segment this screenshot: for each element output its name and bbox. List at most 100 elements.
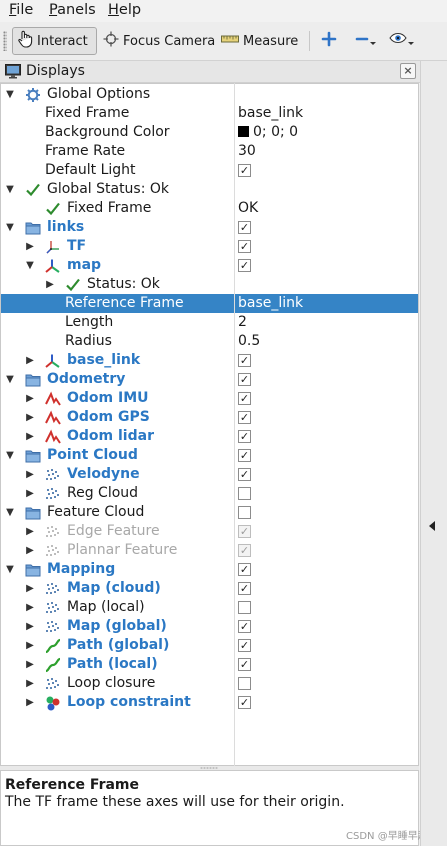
tree-row[interactable]: ▶ Odom lidar ✓ <box>1 427 418 446</box>
tree-row[interactable]: ▶ TF ✓ <box>1 237 418 256</box>
enable-checkbox[interactable]: ✓ <box>238 240 251 253</box>
enable-checkbox[interactable]: ✓ <box>238 221 251 234</box>
tree-row[interactable]: ▶ Edge Feature ✓ <box>1 522 418 541</box>
menu-panels[interactable]: Panels <box>49 2 96 18</box>
close-panel-button[interactable]: × <box>400 63 416 79</box>
tree-row[interactable]: ▼ Global Options <box>1 85 418 104</box>
enable-checkbox[interactable]: ✓ <box>238 639 251 652</box>
tree-row[interactable]: ▶ base_link ✓ <box>1 351 418 370</box>
toolbar-grip[interactable] <box>3 31 7 51</box>
measure-button[interactable]: Measure <box>221 27 298 55</box>
expand-right-icon[interactable]: ▶ <box>25 674 35 693</box>
tree-row[interactable]: ▼ Odometry ✓ <box>1 370 418 389</box>
expand-down-icon[interactable]: ▼ <box>5 503 15 522</box>
enable-checkbox[interactable]: ✓ <box>238 373 251 386</box>
tree-row[interactable]: ▶ Status: Ok <box>1 275 418 294</box>
expand-down-icon[interactable]: ▼ <box>5 180 15 199</box>
enable-checkbox[interactable]: ✓ <box>238 696 251 709</box>
enable-checkbox[interactable]: ✓ <box>238 658 251 671</box>
menu-file[interactable]: File <box>9 2 33 18</box>
tree-row[interactable]: ▶ Loop constraint ✓ <box>1 693 418 712</box>
property-value[interactable]: 0.5 <box>238 332 260 351</box>
enable-checkbox[interactable]: ✓ <box>238 468 251 481</box>
property-value[interactable]: 2 <box>238 313 247 332</box>
tree-row[interactable]: Length 2 <box>1 313 418 332</box>
expand-right-icon[interactable]: ▶ <box>25 427 35 446</box>
tree-row[interactable]: ▶ Velodyne ✓ <box>1 465 418 484</box>
enable-checkbox[interactable] <box>238 601 251 614</box>
property-value[interactable]: 30 <box>238 142 256 161</box>
tree-row[interactable]: ▶ Path (global) ✓ <box>1 636 418 655</box>
enable-checkbox[interactable]: ✓ <box>238 411 251 424</box>
expand-arrow-icon[interactable] <box>429 521 435 531</box>
tree-row[interactable]: ▶ Loop closure <box>1 674 418 693</box>
property-value[interactable]: 0; 0; 0 <box>238 123 298 142</box>
expand-right-icon[interactable]: ▶ <box>25 541 35 560</box>
tree-row[interactable]: Reference Frame base_link <box>1 294 418 313</box>
property-value[interactable]: OK <box>238 199 258 218</box>
expand-right-icon[interactable]: ▶ <box>25 655 35 674</box>
expand-down-icon[interactable]: ▼ <box>5 85 15 104</box>
enable-checkbox[interactable] <box>238 677 251 690</box>
expand-down-icon[interactable]: ▼ <box>5 560 15 579</box>
enable-checkbox[interactable]: ✓ <box>238 582 251 595</box>
tree-row[interactable]: ▼ links ✓ <box>1 218 418 237</box>
tree-row[interactable]: Radius 0.5 <box>1 332 418 351</box>
tree-row[interactable]: Background Color 0; 0; 0 <box>1 123 418 142</box>
tree-row[interactable]: ▶ Map (global) ✓ <box>1 617 418 636</box>
tree-row[interactable]: ▶ Odom GPS ✓ <box>1 408 418 427</box>
expand-right-icon[interactable]: ▶ <box>25 237 35 256</box>
enable-checkbox[interactable]: ✓ <box>238 449 251 462</box>
enable-checkbox[interactable]: ✓ <box>238 563 251 576</box>
expand-down-icon[interactable]: ▼ <box>5 218 15 237</box>
interact-button[interactable]: Interact <box>12 27 97 55</box>
enable-checkbox[interactable]: ✓ <box>238 525 251 538</box>
enable-checkbox[interactable]: ✓ <box>238 392 251 405</box>
tree-row[interactable]: Frame Rate 30 <box>1 142 418 161</box>
enable-checkbox[interactable]: ✓ <box>238 620 251 633</box>
expand-right-icon[interactable]: ▶ <box>25 408 35 427</box>
enable-checkbox[interactable]: ✓ <box>238 259 251 272</box>
enable-checkbox[interactable]: ✓ <box>238 544 251 557</box>
displays-tree[interactable]: ▼ Global Options Fixed Frame base_link Backg… <box>0 83 419 766</box>
enable-checkbox[interactable]: ✓ <box>238 430 251 443</box>
enable-checkbox[interactable] <box>238 506 251 519</box>
expand-right-icon[interactable]: ▶ <box>25 598 35 617</box>
tree-row[interactable]: ▶ Path (local) ✓ <box>1 655 418 674</box>
enable-checkbox[interactable]: ✓ <box>238 164 251 177</box>
tree-row[interactable]: Default Light ✓ <box>1 161 418 180</box>
tree-row[interactable]: ▶ Odom IMU ✓ <box>1 389 418 408</box>
add-tool-button[interactable] <box>321 27 341 55</box>
expand-right-icon[interactable]: ▶ <box>25 484 35 503</box>
color-swatch[interactable] <box>238 126 249 137</box>
expand-right-icon[interactable]: ▶ <box>25 693 35 712</box>
expand-down-icon[interactable]: ▼ <box>5 446 15 465</box>
tree-row[interactable]: Fixed Frame base_link <box>1 104 418 123</box>
enable-checkbox[interactable] <box>238 487 251 500</box>
tree-row[interactable]: ▶ Map (local) <box>1 598 418 617</box>
expand-down-icon[interactable]: ▼ <box>5 370 15 389</box>
property-value[interactable]: base_link <box>238 294 303 313</box>
tree-row[interactable]: Fixed Frame OK <box>1 199 418 218</box>
focus-camera-button[interactable]: Focus Camera <box>103 27 215 55</box>
tree-row[interactable]: ▼ Global Status: Ok <box>1 180 418 199</box>
expand-right-icon[interactable]: ▶ <box>25 617 35 636</box>
expand-right-icon[interactable]: ▶ <box>25 389 35 408</box>
remove-tool-button[interactable] <box>355 27 381 55</box>
column-divider[interactable] <box>234 83 235 766</box>
expand-down-icon[interactable]: ▼ <box>25 256 35 275</box>
tree-row[interactable]: ▼ Mapping ✓ <box>1 560 418 579</box>
tree-row[interactable]: ▼ map ✓ <box>1 256 418 275</box>
menu-help[interactable]: Help <box>108 2 141 18</box>
expand-right-icon[interactable]: ▶ <box>45 275 55 294</box>
tree-row[interactable]: ▼ Point Cloud ✓ <box>1 446 418 465</box>
expand-right-icon[interactable]: ▶ <box>25 465 35 484</box>
property-value[interactable]: base_link <box>238 104 303 123</box>
tree-row[interactable]: ▼ Feature Cloud <box>1 503 418 522</box>
tree-row[interactable]: ▶ Plannar Feature ✓ <box>1 541 418 560</box>
enable-checkbox[interactable]: ✓ <box>238 354 251 367</box>
tree-row[interactable]: ▶ Reg Cloud <box>1 484 418 503</box>
expand-right-icon[interactable]: ▶ <box>25 351 35 370</box>
view-toggle-button[interactable] <box>389 27 419 55</box>
expand-right-icon[interactable]: ▶ <box>25 579 35 598</box>
